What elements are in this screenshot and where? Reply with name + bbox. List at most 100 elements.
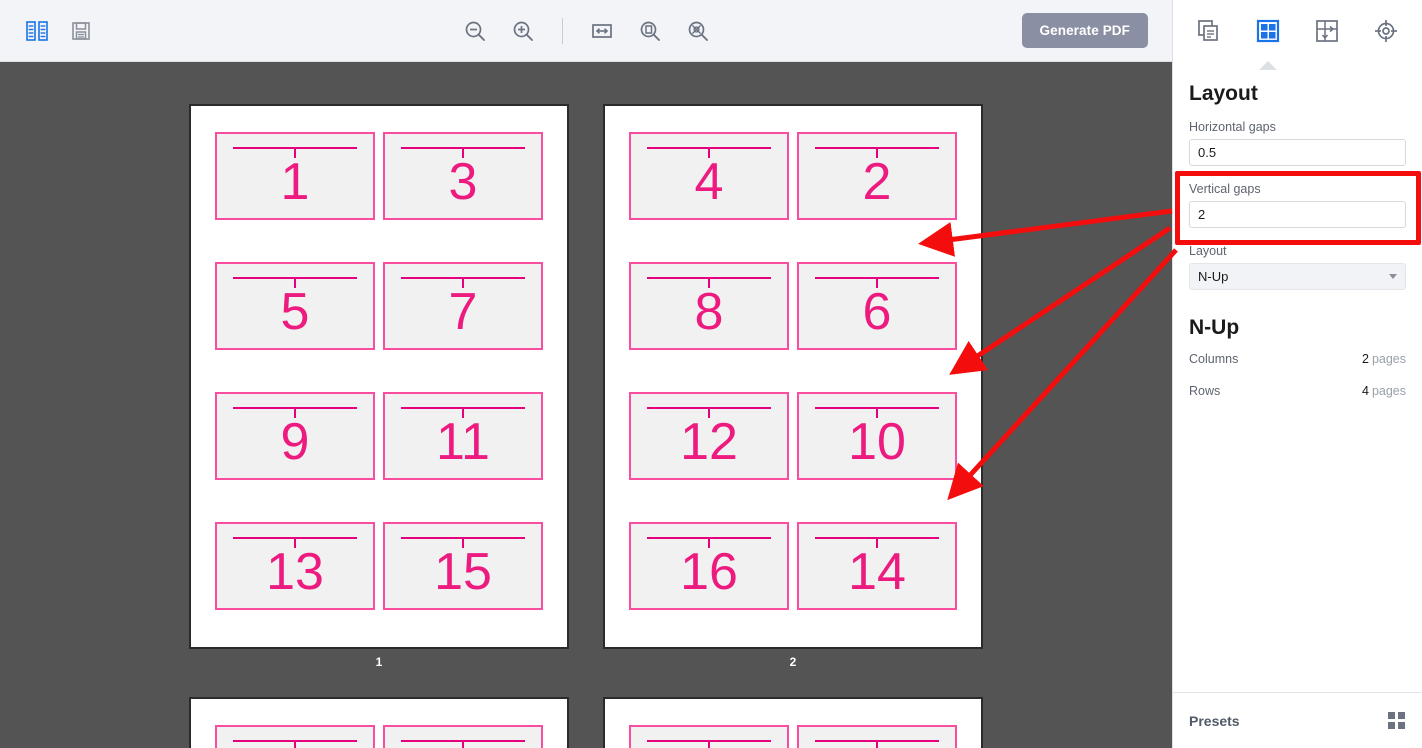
rows-row: Rows 4 pages <box>1189 384 1406 398</box>
tab-imposition[interactable] <box>1305 9 1349 53</box>
sheet[interactable]: 20182422282632304 <box>603 697 983 748</box>
page-cell[interactable]: 9 <box>215 392 375 480</box>
sheet-page[interactable]: 1 3 5 7 9 11 13 15 <box>189 104 569 649</box>
sheet-label: 1 <box>375 655 383 669</box>
page-cell[interactable]: 19 <box>383 725 543 748</box>
cell-tick <box>708 740 710 748</box>
page-number: 15 <box>434 543 492 601</box>
cell-tick <box>876 537 878 548</box>
preview-canvas[interactable]: 1357911131514286121016142171921232527293… <box>0 62 1172 748</box>
page-number: 3 <box>448 153 478 211</box>
horizontal-gaps-label: Horizontal gaps <box>1189 120 1276 134</box>
page-number: 14 <box>848 543 906 601</box>
layout-select-value[interactable]: N-Up <box>1189 263 1406 290</box>
page-cell[interactable]: 11 <box>383 392 543 480</box>
page-cell[interactable]: 1 <box>215 132 375 220</box>
rows-unit: pages <box>1371 384 1406 398</box>
panel-tab-bar <box>1173 0 1422 70</box>
grid-icon[interactable] <box>1388 711 1406 730</box>
cell-tick <box>294 537 296 548</box>
toolbar: Generate PDF <box>0 0 1172 62</box>
vertical-gaps-label: Vertical gaps <box>1189 182 1261 196</box>
generate-pdf-button[interactable]: Generate PDF <box>1021 13 1148 48</box>
page-cell[interactable]: 7 <box>383 262 543 350</box>
tab-pages[interactable] <box>1187 9 1231 53</box>
page-cell[interactable]: 16 <box>629 522 789 610</box>
cell-tick <box>876 740 878 748</box>
sheet-label: 2 <box>789 655 797 669</box>
sheet-row: 1719212325272931320182422282632304 <box>0 697 1172 748</box>
sheet-row: 1 3 5 7 9 11 13 15 1 4 2 8 6 12 10 16 14 2 <box>0 104 1172 669</box>
page-cell[interactable]: 2 <box>797 132 957 220</box>
page-number: 2 <box>862 153 892 211</box>
fit-all-icon[interactable] <box>683 16 713 46</box>
main-area: Generate PDF 135791113151428612101614217… <box>0 0 1172 748</box>
page-cell[interactable]: 20 <box>629 725 789 748</box>
presets-label: Presets <box>1189 712 1240 729</box>
toolbar-right-group: Generate PDF <box>1021 13 1172 48</box>
cell-tick <box>294 147 296 158</box>
sheet[interactable]: 1 3 5 7 9 11 13 15 1 <box>189 104 569 669</box>
columns-value: 2 <box>1361 352 1369 366</box>
columns-row: Columns 2 pages <box>1189 352 1406 366</box>
page-number: 5 <box>280 283 310 341</box>
rows-value-group: 4 pages <box>1362 384 1406 398</box>
page-cell[interactable]: 17 <box>215 725 375 748</box>
sheet[interactable]: 17192123252729313 <box>189 697 569 748</box>
columns-unit: pages <box>1371 352 1406 366</box>
cell-tick <box>708 277 710 288</box>
page-cell[interactable]: 18 <box>797 725 957 748</box>
sheet-list: 1357911131514286121016142171921232527293… <box>0 62 1172 748</box>
page-cell[interactable]: 8 <box>629 262 789 350</box>
sheet-page[interactable]: 4 2 8 6 12 10 16 14 <box>603 104 983 649</box>
cell-tick <box>462 537 464 548</box>
cell-tick <box>462 407 464 418</box>
page-number: 8 <box>694 283 724 341</box>
page-number: 1 <box>280 153 310 211</box>
page-cell[interactable]: 4 <box>629 132 789 220</box>
n-up-section-title: N-Up <box>1189 316 1240 339</box>
tab-layout-grid[interactable] <box>1246 9 1290 70</box>
page-number: 11 <box>436 413 490 471</box>
page-number: 9 <box>280 413 310 471</box>
page-cell[interactable]: 10 <box>797 392 957 480</box>
cell-tick <box>462 277 464 288</box>
page-cell[interactable]: 13 <box>215 522 375 610</box>
tab-registration-target[interactable] <box>1364 9 1408 53</box>
cell-tick <box>294 277 296 288</box>
zoom-in-icon[interactable] <box>508 16 538 46</box>
page-number: 4 <box>694 153 724 211</box>
sheet-grid: 1 3 5 7 9 11 13 15 <box>215 132 543 610</box>
save-icon[interactable] <box>66 16 96 46</box>
vertical-gaps-input[interactable] <box>1189 201 1406 228</box>
page-cell[interactable]: 12 <box>629 392 789 480</box>
page-number: 13 <box>266 543 324 601</box>
right-panel: Layout Horizontal gaps Vertical gaps Lay… <box>1172 0 1422 748</box>
sheet[interactable]: 4 2 8 6 12 10 16 14 2 <box>603 104 983 669</box>
cell-tick <box>708 147 710 158</box>
horizontal-gaps-input[interactable] <box>1189 139 1406 166</box>
page-number: 16 <box>680 543 738 601</box>
layout-select-label: Layout <box>1189 244 1227 258</box>
page-number: 12 <box>680 413 738 471</box>
layout-select[interactable]: N-Up <box>1189 263 1406 290</box>
fit-page-icon[interactable] <box>635 16 665 46</box>
zoom-out-icon[interactable] <box>460 16 490 46</box>
page-cell[interactable]: 3 <box>383 132 543 220</box>
page-title: Layout <box>1189 82 1258 105</box>
rows-value: 4 <box>1361 384 1369 398</box>
fit-width-icon[interactable] <box>587 16 617 46</box>
cell-tick <box>294 407 296 418</box>
cell-tick <box>708 537 710 548</box>
presets-bar[interactable]: Presets <box>1173 692 1422 748</box>
page-cell[interactable]: 15 <box>383 522 543 610</box>
page-cell[interactable]: 6 <box>797 262 957 350</box>
page-cell[interactable]: 14 <box>797 522 957 610</box>
page-number: 6 <box>862 283 892 341</box>
page-cell[interactable]: 5 <box>215 262 375 350</box>
sheet-page[interactable]: 2018242228263230 <box>603 697 983 748</box>
sheet-grid: 4 2 8 6 12 10 16 14 <box>629 132 957 610</box>
toolbar-center-group <box>0 0 1172 61</box>
book-spread-icon[interactable] <box>22 16 52 46</box>
sheet-page[interactable]: 1719212325272931 <box>189 697 569 748</box>
